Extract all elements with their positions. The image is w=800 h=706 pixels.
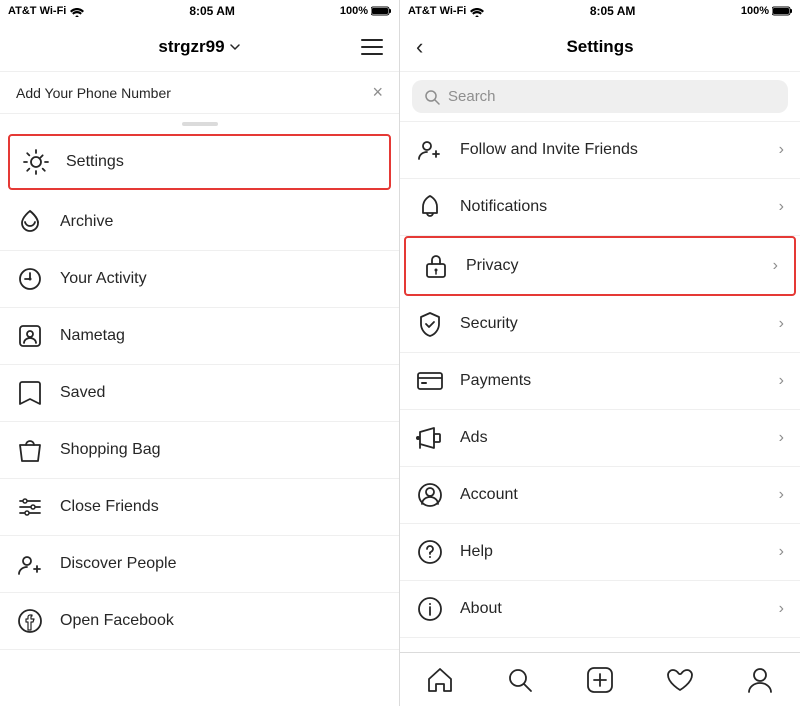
- search-bar[interactable]: Search: [412, 80, 788, 113]
- notifications-icon: [416, 193, 444, 221]
- nav-profile-button[interactable]: [746, 666, 774, 694]
- about-icon: [416, 595, 444, 623]
- chevron-right-icon: ›: [779, 141, 784, 159]
- security-icon: [416, 310, 444, 338]
- settings-header: ‹ Settings: [400, 22, 800, 72]
- menu-item-discover-people[interactable]: Discover People: [0, 536, 399, 593]
- left-carrier: AT&T Wi-Fi: [8, 5, 84, 17]
- left-status-bar: AT&T Wi-Fi 8:05 AM 100%: [0, 0, 399, 22]
- saved-icon: [16, 379, 44, 407]
- settings-item-about[interactable]: About ›: [400, 581, 800, 638]
- bottom-nav: [400, 652, 800, 706]
- right-wifi-icon: [470, 5, 484, 17]
- right-time: 8:05 AM: [590, 4, 636, 18]
- nav-heart-button[interactable]: [666, 666, 694, 694]
- shopping-bag-icon: [16, 436, 44, 464]
- drawer-handle: [0, 114, 399, 130]
- facebook-icon: [16, 607, 44, 635]
- chevron-right-notifications: ›: [779, 198, 784, 216]
- nav-home-button[interactable]: [426, 666, 454, 694]
- close-friends-icon: [16, 493, 44, 521]
- menu-item-settings[interactable]: Settings: [8, 134, 391, 190]
- hamburger-icon[interactable]: [361, 39, 383, 55]
- settings-item-follow-invite[interactable]: Follow and Invite Friends ›: [400, 122, 800, 179]
- ads-icon: [416, 424, 444, 452]
- help-icon: [416, 538, 444, 566]
- battery-icon-left: [371, 6, 391, 16]
- chevron-down-icon: [229, 41, 241, 53]
- payments-icon: [416, 367, 444, 395]
- phone-banner-close-button[interactable]: ×: [372, 82, 383, 103]
- menu-item-open-facebook[interactable]: Open Facebook: [0, 593, 399, 650]
- menu-item-shopping-bag[interactable]: Shopping Bag: [0, 422, 399, 479]
- search-icon: [424, 89, 440, 105]
- profile-header: strgzr99: [0, 22, 399, 72]
- menu-item-archive[interactable]: Archive: [0, 194, 399, 251]
- right-carrier: AT&T Wi-Fi: [408, 5, 484, 17]
- chevron-right-payments: ›: [779, 372, 784, 390]
- chevron-right-security: ›: [779, 315, 784, 333]
- back-button[interactable]: ‹: [416, 34, 423, 60]
- logins-section: Logins: [400, 638, 800, 652]
- chevron-right-about: ›: [779, 600, 784, 618]
- archive-icon: [16, 208, 44, 236]
- settings-item-security[interactable]: Security ›: [400, 296, 800, 353]
- right-battery: 100%: [741, 5, 792, 17]
- settings-item-help[interactable]: Help ›: [400, 524, 800, 581]
- menu-item-your-activity[interactable]: Your Activity: [0, 251, 399, 308]
- settings-list: Follow and Invite Friends › Notification…: [400, 122, 800, 652]
- profile-username[interactable]: strgzr99: [158, 37, 240, 57]
- chevron-right-account: ›: [779, 486, 784, 504]
- right-status-bar: AT&T Wi-Fi 8:05 AM 100%: [400, 0, 800, 22]
- settings-item-payments[interactable]: Payments ›: [400, 353, 800, 410]
- settings-icon: [22, 148, 50, 176]
- menu-icon: [361, 39, 383, 55]
- search-placeholder: Search: [448, 88, 496, 105]
- left-menu-list: Settings Archive: [0, 130, 399, 706]
- phone-banner: Add Your Phone Number ×: [0, 72, 399, 114]
- right-battery-icon: [772, 6, 792, 16]
- settings-item-privacy[interactable]: Privacy ›: [404, 236, 796, 296]
- chevron-right-privacy: ›: [773, 257, 778, 275]
- chevron-right-ads: ›: [779, 429, 784, 447]
- chevron-right-help: ›: [779, 543, 784, 561]
- right-panel: AT&T Wi-Fi 8:05 AM 100% ‹ Settings: [400, 0, 800, 706]
- menu-item-saved[interactable]: Saved: [0, 365, 399, 422]
- wifi-icon: [70, 5, 84, 17]
- settings-title: Settings: [566, 37, 633, 57]
- account-icon: [416, 481, 444, 509]
- settings-item-notifications[interactable]: Notifications ›: [400, 179, 800, 236]
- left-battery: 100%: [340, 5, 391, 17]
- left-time: 8:05 AM: [189, 4, 235, 18]
- activity-icon: [16, 265, 44, 293]
- menu-item-nametag[interactable]: Nametag: [0, 308, 399, 365]
- handle-bar: [182, 122, 218, 126]
- nav-search-button[interactable]: [506, 666, 534, 694]
- menu-item-close-friends[interactable]: Close Friends: [0, 479, 399, 536]
- nametag-icon: [16, 322, 44, 350]
- search-bar-container: Search: [400, 72, 800, 122]
- privacy-icon: [422, 252, 450, 280]
- settings-item-account[interactable]: Account ›: [400, 467, 800, 524]
- left-panel: AT&T Wi-Fi 8:05 AM 100% strgzr99: [0, 0, 400, 706]
- carrier-text: AT&T Wi-Fi: [8, 5, 66, 17]
- settings-item-ads[interactable]: Ads ›: [400, 410, 800, 467]
- nav-add-button[interactable]: [586, 666, 614, 694]
- follow-invite-icon: [416, 136, 444, 164]
- discover-people-icon: [16, 550, 44, 578]
